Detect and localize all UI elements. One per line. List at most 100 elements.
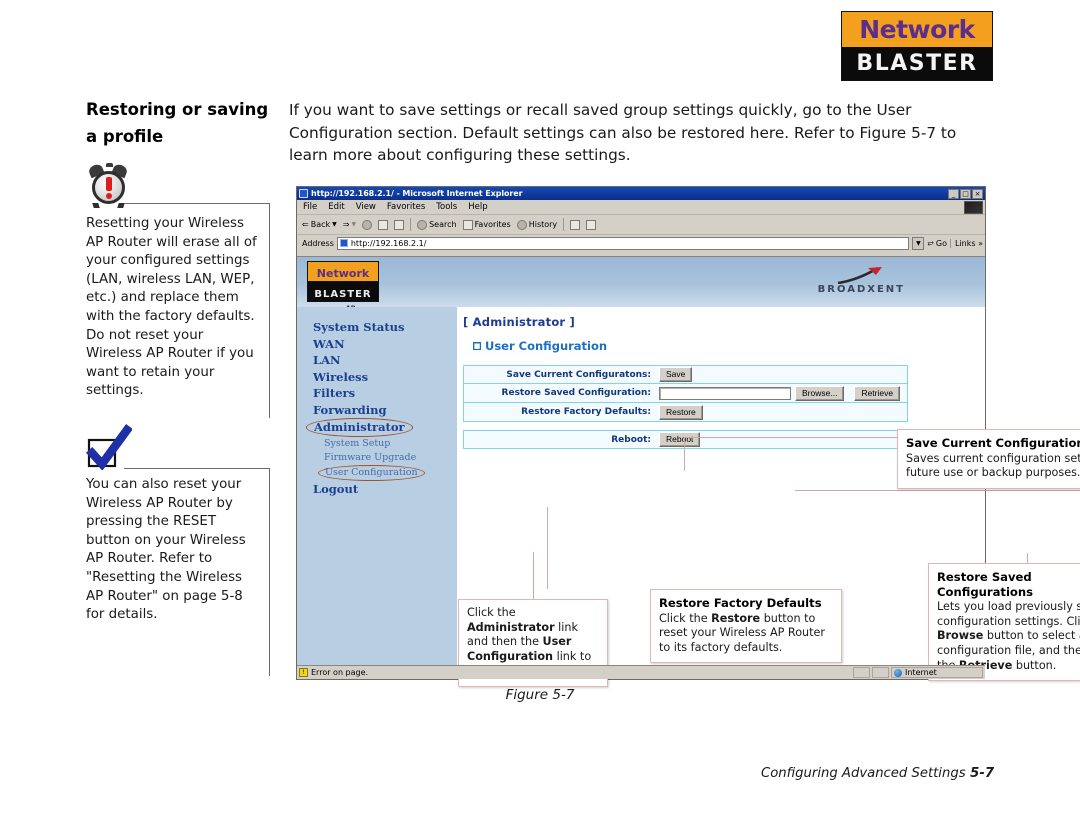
callout-bold-browse: Browse [937,629,984,643]
refresh-icon[interactable] [378,219,389,230]
sidebar-item-lan[interactable]: LAN [313,352,457,369]
page-subtitle: ■ User Configuration [463,339,985,353]
go-button[interactable]: ⥂ Go [927,238,947,248]
warning-icon: ! [299,668,308,677]
router-logo-blaster-text: BLASTER [314,289,372,300]
sidebar-item-wireless[interactable]: Wireless [313,369,457,386]
callout-body-part-3: button. [1012,658,1057,672]
sidebar-item-administrator[interactable]: Administrator [306,418,457,437]
status-error-message[interactable]: ! Error on page. [299,668,368,677]
router-main-content: [ Administrator ] ■ User Configuration S… [457,307,1080,687]
ie-brand-icon [964,200,983,214]
warning-note: Resetting your Wireless AP Router will e… [86,162,270,418]
sidebar-item-wan[interactable]: WAN [313,336,457,353]
address-input[interactable]: http://192.168.2.1/ [336,236,910,250]
sidebar-item-user-configuration[interactable]: User Configuration [313,464,457,481]
menu-file[interactable]: File [303,203,317,212]
window-controls[interactable]: _ □ × [948,188,983,199]
go-label: Go [935,238,947,248]
print-icon[interactable] [586,219,597,230]
zone-label: Internet [905,668,937,677]
browse-button[interactable]: Browse... [795,385,845,401]
status-panes: Internet [853,667,983,678]
browser-toolbar[interactable]: ⇐ Back ▼ ⇒ ▼ Search Favorites History [297,215,985,235]
sidebar-item-filters[interactable]: Filters [313,385,457,402]
back-arrow-icon: ⇐ [302,220,309,229]
back-button[interactable]: ⇐ Back ▼ [302,220,337,229]
form-row-restore-saved: Restore Saved Configuration: Browse... R… [463,384,908,403]
home-icon[interactable] [394,219,405,230]
form-spacer [463,422,908,430]
restore-factory-controls: Restore [656,404,703,420]
logo-blaster-band: BLASTER [842,47,992,80]
sidebar-label: User Configuration [318,464,425,481]
globe-icon [894,668,902,677]
stop-icon[interactable] [362,219,373,230]
callout-connector [547,507,548,589]
restore-saved-label: Restore Saved Configuration: [501,388,651,398]
alarm-clock-glyph [86,162,134,208]
chevron-down-icon[interactable]: ▼ [332,221,337,228]
callout-body-part-1: Click the [467,606,516,619]
callout-restore-saved-configurations: Restore Saved Configurations Lets you lo… [928,563,1080,682]
close-button[interactable]: × [972,188,983,199]
mail-icon[interactable] [570,219,581,230]
sidebar-label: Filters [313,386,356,400]
sidebar-item-firmware-upgrade[interactable]: Firmware Upgrade [313,451,457,465]
links-button[interactable]: Links » [949,238,983,248]
callout-connector [684,437,897,438]
router-logo-blaster: BLASTER [307,282,379,302]
router-sidebar-nav[interactable]: System Status WAN LAN Wireless Filters F… [297,307,457,665]
menu-help[interactable]: Help [468,203,487,212]
menu-view[interactable]: View [356,203,376,212]
browser-menu-bar[interactable]: File Edit View Favorites Tools Help [297,200,985,215]
menu-edit[interactable]: Edit [328,203,344,212]
router-web-page: Network BLASTER Wireless AP Router BR [297,256,1080,687]
sidebar-label: WAN [313,336,345,351]
search-icon [417,219,428,230]
callout-body: Saves current configuration settings for… [906,451,1080,480]
form-row-reboot: Reboot: Reboot [463,430,908,449]
reboot-label: Reboot: [611,434,651,445]
expand-icon[interactable]: ■ [473,342,481,350]
note-side-rule [269,468,270,676]
security-zone-indicator[interactable]: Internet [891,667,983,678]
tip-note: You can also reset your Wireless AP Rout… [86,424,270,676]
save-button[interactable]: Save [659,367,693,382]
restore-button[interactable]: Restore [659,404,703,420]
back-label: Back [310,220,331,229]
config-file-input[interactable] [659,386,791,400]
callout-connector [795,490,1080,491]
sidebar-item-logout[interactable]: Logout [313,481,457,498]
menu-favorites[interactable]: Favorites [387,203,425,212]
menu-tools[interactable]: Tools [436,203,457,212]
browser-address-bar[interactable]: Address http://192.168.2.1/ ▼ ⥂ Go Links… [297,235,985,251]
favorites-button[interactable]: Favorites [462,219,511,230]
sidebar-item-system-setup[interactable]: System Setup [313,437,457,451]
clock-icon [516,219,527,230]
checkmark-glyph [86,424,132,470]
forward-button[interactable]: ⇒ ▼ [343,220,356,229]
chevron-down-icon[interactable]: ▼ [351,221,356,228]
note-divider [124,468,270,469]
retrieve-button[interactable]: Retrieve [854,385,901,401]
restore-button[interactable]: □ [960,188,971,199]
warning-note-text: Resetting your Wireless AP Router will e… [86,216,257,399]
forward-arrow-icon: ⇒ [342,220,350,229]
reboot-button[interactable]: Reboot [659,432,701,447]
router-logo-network: Network [307,261,379,282]
history-button[interactable]: History [516,219,557,230]
chevron-right-icon: » [978,238,983,248]
note-divider [124,203,270,204]
restore-saved-controls: Browse... Retrieve [656,385,901,401]
sidebar-label: System Status [313,320,405,334]
sidebar-item-forwarding[interactable]: Forwarding [313,402,457,419]
sidebar-label: Logout [313,481,359,496]
address-dropdown-icon[interactable]: ▼ [912,236,925,250]
search-button[interactable]: Search [417,219,457,230]
sidebar-item-system-status[interactable]: System Status [313,319,457,336]
save-config-controls: Save [656,367,693,382]
note-side-rule [269,203,270,418]
go-arrow-icon: ⥂ [927,238,934,247]
minimize-button[interactable]: _ [948,188,959,199]
